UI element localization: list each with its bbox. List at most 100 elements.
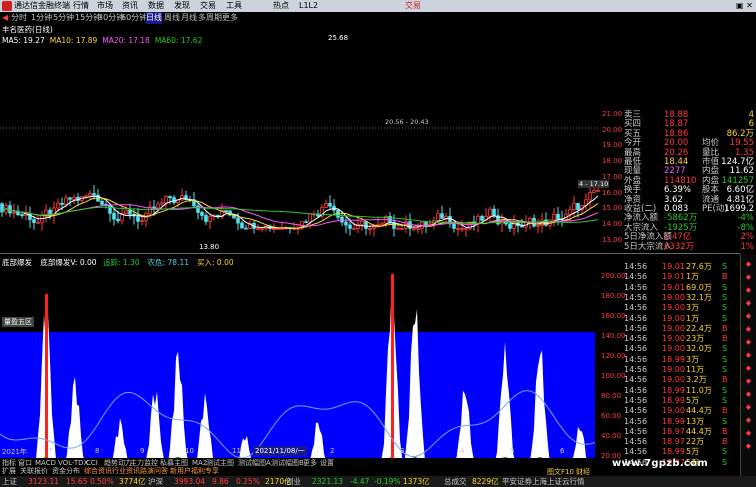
tick-volume: 32.0万 [686,344,712,354]
tick-volume: 22.4万 [686,323,712,333]
indicator-scale: 200.00 180.00 160.00 140.00 120.00 100.00 80.0… [600,262,626,462]
func-tab-2[interactable]: 关联报价 [20,467,48,476]
func-tab-2[interactable]: 行业资讯 [112,467,140,476]
tick-price: 18.97 [662,437,685,447]
tick-price: 19.00 [662,406,685,416]
index-amount: 3774亿 [119,477,146,486]
tick-volume: 3万 [686,303,700,313]
tick-time: 14:56 [624,365,648,374]
tick-price: 18.99 [662,447,685,457]
ma-label: MA10: 17.89 [49,36,98,45]
indicator-legend: 追踪: 1.30 农危: 78.11 买入: 0.00 [103,257,242,268]
tab-period[interactable]: 多周期 [198,12,222,24]
tick-volume: 11.0万 [686,385,712,395]
indicator-tick: 180.00 [601,292,626,300]
tick-flag: B [722,426,728,436]
func-tab-2[interactable]: 综合资讯 [84,467,112,476]
window-controls[interactable]: ▣ ✕ [736,0,753,12]
app-logo-icon [2,1,12,11]
tab-period[interactable]: 周线 [164,12,180,24]
tick-flag: S [722,292,728,302]
tick-time: 14:56 [624,344,648,354]
tick-time: 14:56 [624,416,648,426]
tick-row: 14:56 18.99 13万 S [624,417,738,427]
tab-period[interactable]: 5分钟 [53,12,74,24]
tick-row: 14:56 19.00 11万 S [624,365,738,375]
tab-period-active[interactable]: 日线 [146,12,162,24]
menu-item[interactable]: 热点 [273,0,289,12]
tab-period[interactable]: 月线 [181,12,197,24]
index-pct: -0.19% [374,477,401,486]
tick-flag: S [722,395,728,405]
tab-period[interactable]: 60分钟 [121,12,147,24]
side-scrollbar[interactable]: ◆ ◆ ◆ ◆ ◆ ◆ ◆ ◆ ◆ ◆ ◆ ◆ ◆ ◆ ◆ [740,254,756,476]
price-tick: 15.00 [602,204,623,213]
kline-svg [0,127,600,238]
tick-time: 14:56 [624,354,648,364]
menu-item[interactable]: 数据 [148,0,164,12]
news-ticker[interactable]: 平安证券上海上证云行情 [502,476,585,487]
tick-flag: B [722,323,728,333]
index-name[interactable]: 创业 [286,476,301,487]
tick-price: 18.99 [662,354,685,364]
menu-item[interactable]: 资讯 [122,0,138,12]
menu-item[interactable]: 市场 [97,0,113,12]
tick-time: 14:56 [624,292,648,302]
total-value: 8229亿 [472,477,499,486]
tick-row: 14:56 19.00 32.0万 S [624,344,738,354]
price-tick: 19.00 [602,141,623,150]
low-price-label: 13.80 [199,243,220,251]
tick-flag: S [722,416,728,426]
tick-flag: B [722,406,728,416]
price-tick: 13.00 [602,235,623,244]
time-axis-label: 3 [400,447,405,455]
indicator-legend-item: 买入: 0.00 [197,258,234,267]
tick-row: 14:56 19.01 27.6万 S [624,262,738,272]
tick-row: 14:56 19.00 23万 B [624,334,738,344]
price-tick: 20.00 [602,125,623,134]
time-axis-label: 9 [140,447,145,455]
menu-item[interactable]: 发现 [174,0,190,12]
indicator-tag[interactable]: 量盈五区 [2,317,34,327]
tick-price: 19.00 [662,323,685,333]
func-tab-2[interactable]: 路演问答 [140,467,168,476]
trade-button[interactable]: 交易 [405,0,421,12]
func-tab-2[interactable]: 扩展 [2,467,16,476]
menu-item[interactable]: 交易 [200,0,216,12]
tick-price: 19.00 [662,313,685,323]
index-name[interactable]: 沪深 [148,476,163,487]
price-tick: 21.00 [602,110,623,118]
tick-price: 18.99 [662,395,685,405]
ma-legend: MA5: 19.27 MA10: 17.89 MA20: 17.18 MA60: 17… [2,36,207,45]
tab-period[interactable]: 更多 [222,12,238,24]
indicator-chart[interactable] [0,254,600,476]
tick-volume: 3万 [686,354,700,364]
back-arrow-icon[interactable]: ◀ [2,12,8,24]
tick-flag: S [722,365,728,374]
tab-period[interactable]: 分时 [11,12,27,24]
menu-item[interactable]: 行情 [73,0,89,12]
func-tab-2[interactable]: 资金分布 [52,467,80,476]
side-tabs[interactable]: ◆ ◆ ◆ ◆ ◆ ◆ ◆ ◆ ◆ ◆ ◆ ◆ ◆ ◆ ◆ [743,258,754,453]
indicator-param: 底部爆发V: 0.00 [40,258,97,267]
tick-price: 19.00 [662,292,685,302]
menu-item[interactable]: L1L2 [299,0,318,12]
tick-volume: 11万 [686,365,705,374]
indicator-tick: 100.00 [601,372,626,380]
tab-period[interactable]: 1分钟 [31,12,52,24]
index-name[interactable]: 上证 [2,476,17,487]
tick-row: 14:56 19.00 32.1万 S [624,293,738,303]
ma-label: MA60: 17.62 [154,36,203,45]
tick-list[interactable]: 14:56 19.01 27.6万 S 14:56 19.01 1万 B 14:56 19.01 6… [624,262,738,476]
tick-flag: S [722,262,728,271]
func-tab-2[interactable]: 新用户福利专享 [170,467,219,476]
menu-item[interactable]: 工具 [226,0,242,12]
tick-time: 14:56 [624,437,648,447]
tick-row: 14:56 18.99 3万 S [624,355,738,365]
kline-chart[interactable] [0,24,600,254]
tick-price: 19.00 [662,303,685,313]
title-bar: 通达信金融终端 行情 市场 资讯 数据 发现 交易 工具 热点 L1L2 交易 … [0,0,756,12]
tick-row: 14:56 19.00 1万 S [624,314,738,324]
tick-flag: S [722,344,728,354]
quote-value-2: 1% [740,241,755,252]
